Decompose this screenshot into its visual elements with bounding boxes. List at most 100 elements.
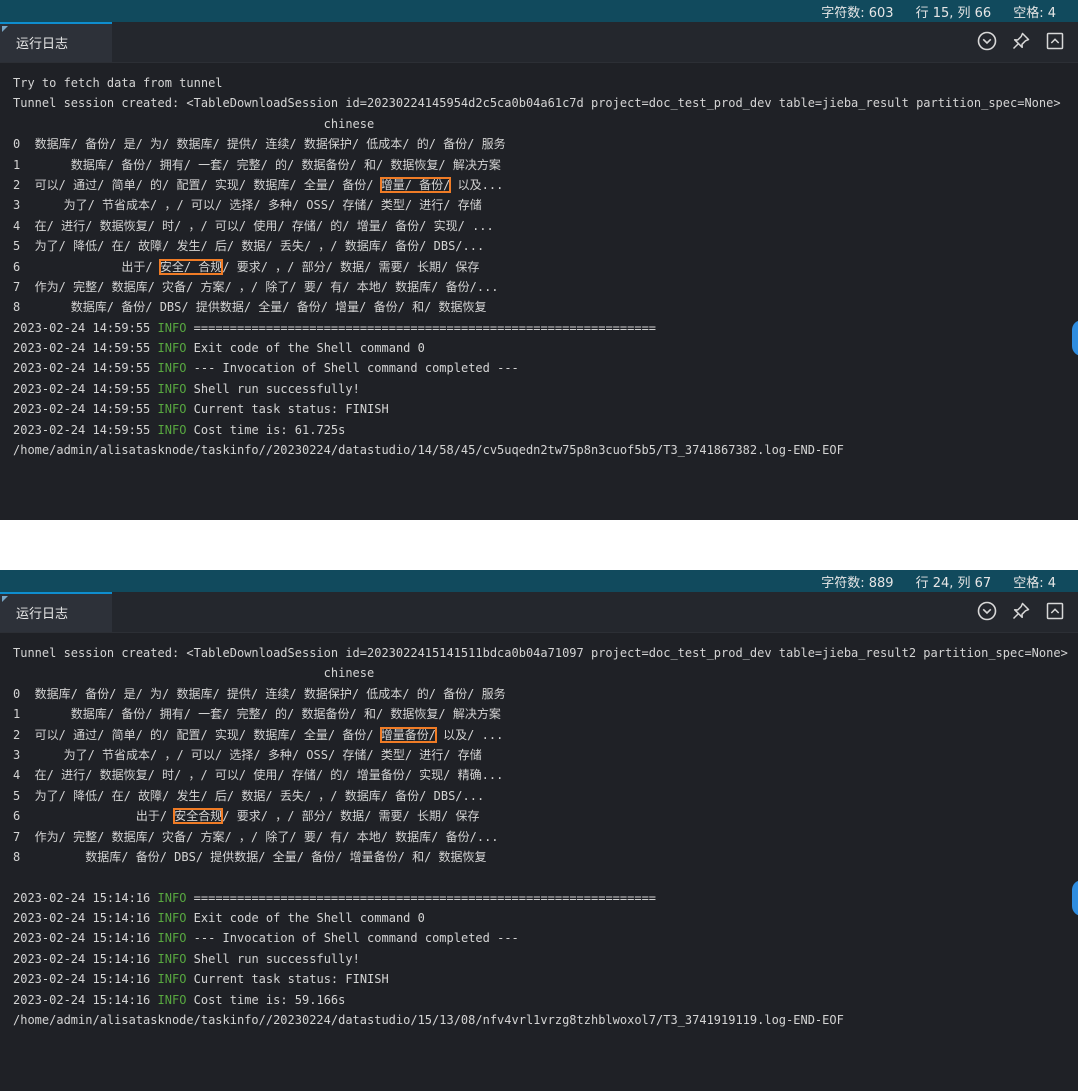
log-level: INFO bbox=[157, 320, 187, 335]
log-timestamp: 2023-02-24 14:59:55 bbox=[13, 361, 151, 376]
log-line: 2023-02-24 15:14:16 INFO Current task st… bbox=[13, 969, 1078, 989]
log-timestamp: 2023-02-24 14:59:55 bbox=[13, 381, 151, 396]
indent-spaces: 空格: 4 bbox=[1013, 575, 1056, 591]
log-line: 2 可以/ 通过/ 简单/ 的/ 配置/ 实现/ 数据库/ 全量/ 备份/ 增量… bbox=[13, 175, 1078, 195]
log-line: Try to fetch data from tunnel bbox=[13, 73, 1078, 93]
log-text: chinese bbox=[13, 116, 375, 131]
log-line: /home/admin/alisatasknode/taskinfo//2023… bbox=[13, 440, 1078, 460]
maximize-button[interactable] bbox=[1044, 600, 1066, 622]
log-message: Exit code of the Shell command 0 bbox=[193, 911, 425, 926]
tab-label: 运行日志 bbox=[16, 37, 69, 52]
log-line: 2023-02-24 14:59:55 INFO Exit code of th… bbox=[13, 338, 1078, 358]
log-level: INFO bbox=[157, 341, 187, 356]
log-text: 5 为了/ 降低/ 在/ 故障/ 发生/ 后/ 数据/ 丢失/ ，/ 数据库/ … bbox=[13, 788, 485, 803]
log-line: 2023-02-24 15:14:16 INFO ===============… bbox=[13, 888, 1078, 908]
log-line: 2023-02-24 15:14:16 INFO Exit code of th… bbox=[13, 908, 1078, 928]
pin-button[interactable] bbox=[1010, 600, 1032, 622]
log-level: INFO bbox=[157, 931, 187, 946]
log-line: 8 数据库/ 备份/ DBS/ 提供数据/ 全量/ 备份/ 增量/ 备份/ 和/… bbox=[13, 297, 1078, 317]
log-text: 7 作为/ 完整/ 数据库/ 灾备/ 方案/ ，/ 除了/ 要/ 有/ 本地/ … bbox=[13, 829, 499, 844]
log-line: 2 可以/ 通过/ 简单/ 的/ 配置/ 实现/ 数据库/ 全量/ 备份/ 增量… bbox=[13, 725, 1078, 745]
log-line: 2023-02-24 14:59:55 INFO Cost time is: 6… bbox=[13, 420, 1078, 440]
log-text: 4 在/ 进行/ 数据恢复/ 时/ ，/ 可以/ 使用/ 存储/ 的/ 增量/ … bbox=[13, 218, 494, 233]
log-line: 7 作为/ 完整/ 数据库/ 灾备/ 方案/ ，/ 除了/ 要/ 有/ 本地/ … bbox=[13, 827, 1078, 847]
cursor-position: 行 15, 列 66 bbox=[915, 5, 992, 21]
log-level: INFO bbox=[157, 972, 187, 987]
log-message: Current task status: FINISH bbox=[193, 972, 389, 987]
log-line: 0 数据库/ 备份/ 是/ 为/ 数据库/ 提供/ 连续/ 数据保护/ 低成本/… bbox=[13, 684, 1078, 704]
log-line: 6 出于/ 安全合规/ 要求/ ，/ 部分/ 数据/ 需要/ 长期/ 保存 bbox=[13, 806, 1078, 826]
cursor-position: 行 24, 列 67 bbox=[915, 575, 992, 591]
log-text: 1 数据库/ 备份/ 拥有/ 一套/ 完整/ 的/ 数据备份/ 和/ 数据恢复/… bbox=[13, 157, 501, 172]
floating-assistant-button[interactable] bbox=[1072, 320, 1078, 356]
char-count: 字符数: 889 bbox=[821, 575, 894, 591]
log-message: Cost time is: 59.166s bbox=[193, 992, 346, 1007]
log-message: Shell run successfully! bbox=[193, 951, 360, 966]
log-line: 4 在/ 进行/ 数据恢复/ 时/ ，/ 可以/ 使用/ 存储/ 的/ 增量备份… bbox=[13, 765, 1078, 785]
log-text: 3 为了/ 节省成本/ ，/ 可以/ 选择/ 多种/ OSS/ 存储/ 类型/ … bbox=[13, 198, 482, 213]
log-panel: 字符数: 889 行 24, 列 67 空格: 4 运行日志 Tunnel se… bbox=[0, 570, 1078, 1091]
log-text: 1 数据库/ 备份/ 拥有/ 一套/ 完整/ 的/ 数据备份/ 和/ 数据恢复/… bbox=[13, 707, 501, 722]
char-count: 字符数: 603 bbox=[821, 5, 894, 21]
panel-tabbar: 运行日志 bbox=[0, 592, 1078, 633]
highlighted-token: 增量/ 备份/ bbox=[379, 176, 452, 193]
tab-run-log[interactable]: 运行日志 bbox=[0, 592, 112, 632]
log-line: 1 数据库/ 备份/ 拥有/ 一套/ 完整/ 的/ 数据备份/ 和/ 数据恢复/… bbox=[13, 155, 1078, 175]
log-output: Tunnel session created: <TableDownloadSe… bbox=[0, 633, 1078, 1030]
log-level: INFO bbox=[157, 381, 187, 396]
chevron-down-circle-icon bbox=[977, 31, 997, 51]
log-level: INFO bbox=[157, 911, 187, 926]
log-text: /home/admin/alisatasknode/taskinfo//2023… bbox=[13, 1013, 844, 1028]
log-line: 0 数据库/ 备份/ 是/ 为/ 数据库/ 提供/ 连续/ 数据保护/ 低成本/… bbox=[13, 134, 1078, 154]
log-line: 3 为了/ 节省成本/ ，/ 可以/ 选择/ 多种/ OSS/ 存储/ 类型/ … bbox=[13, 195, 1078, 215]
log-timestamp: 2023-02-24 15:14:16 bbox=[13, 992, 151, 1007]
panel-toolbar bbox=[976, 30, 1066, 52]
collapse-button[interactable] bbox=[976, 30, 998, 52]
log-text: 以及/ ... bbox=[435, 727, 504, 742]
maximize-icon bbox=[1046, 602, 1064, 620]
pin-icon bbox=[1012, 602, 1030, 620]
log-level: INFO bbox=[157, 402, 187, 417]
log-timestamp: 2023-02-24 14:59:55 bbox=[13, 341, 151, 356]
log-text: Try to fetch data from tunnel bbox=[13, 76, 223, 90]
log-line: 2023-02-24 15:14:16 INFO --- Invocation … bbox=[13, 928, 1078, 948]
log-output: Try to fetch data from tunnel Tunnel sess… bbox=[0, 63, 1078, 460]
log-text: 5 为了/ 降低/ 在/ 故障/ 发生/ 后/ 数据/ 丢失/ ，/ 数据库/ … bbox=[13, 239, 485, 254]
log-line: chinese bbox=[13, 114, 1078, 134]
log-line: 3 为了/ 节省成本/ ，/ 可以/ 选择/ 多种/ OSS/ 存储/ 类型/ … bbox=[13, 745, 1078, 765]
tab-corner-marker bbox=[2, 596, 8, 602]
log-line: 6 出于/ 安全/ 合规/ 要求/ ，/ 部分/ 数据/ 需要/ 长期/ 保存 bbox=[13, 257, 1078, 277]
log-message: --- Invocation of Shell command complete… bbox=[193, 931, 519, 946]
log-timestamp: 2023-02-24 15:14:16 bbox=[13, 890, 151, 905]
log-line: 1 数据库/ 备份/ 拥有/ 一套/ 完整/ 的/ 数据备份/ 和/ 数据恢复/… bbox=[13, 704, 1078, 724]
log-line: /home/admin/alisatasknode/taskinfo//2023… bbox=[13, 1010, 1078, 1030]
log-text: / 要求/ ，/ 部分/ 数据/ 需要/ 长期/ 保存 bbox=[222, 259, 480, 274]
log-text: 0 数据库/ 备份/ 是/ 为/ 数据库/ 提供/ 连续/ 数据保护/ 低成本/… bbox=[13, 686, 506, 701]
log-level: INFO bbox=[157, 422, 187, 437]
log-text: 4 在/ 进行/ 数据恢复/ 时/ ，/ 可以/ 使用/ 存储/ 的/ 增量备份… bbox=[13, 768, 504, 783]
log-text: Tunnel session created: <TableDownloadSe… bbox=[13, 646, 1068, 660]
log-message: Current task status: FINISH bbox=[193, 402, 389, 417]
log-message: Exit code of the Shell command 0 bbox=[193, 341, 425, 356]
maximize-button[interactable] bbox=[1044, 30, 1066, 52]
floating-assistant-button[interactable] bbox=[1072, 880, 1078, 916]
log-message: Shell run successfully! bbox=[193, 381, 360, 396]
log-line: 2023-02-24 15:14:16 INFO Cost time is: 5… bbox=[13, 990, 1078, 1010]
highlighted-token: 增量备份/ bbox=[379, 726, 437, 743]
log-panel: 字符数: 603 行 15, 列 66 空格: 4 运行日志 Try to fe… bbox=[0, 0, 1078, 520]
log-line: chinese bbox=[13, 663, 1078, 683]
log-level: INFO bbox=[157, 890, 187, 905]
log-line: Tunnel session created: <TableDownloadSe… bbox=[13, 93, 1078, 113]
log-message: ========================================… bbox=[193, 890, 657, 905]
tab-run-log[interactable]: 运行日志 bbox=[0, 22, 112, 62]
log-text: chinese bbox=[13, 666, 375, 681]
panel-toolbar bbox=[976, 600, 1066, 622]
log-level: INFO bbox=[157, 992, 187, 1007]
collapse-button[interactable] bbox=[976, 600, 998, 622]
pin-button[interactable] bbox=[1010, 30, 1032, 52]
log-message: ========================================… bbox=[193, 320, 657, 335]
log-level: INFO bbox=[157, 361, 187, 376]
log-line: 4 在/ 进行/ 数据恢复/ 时/ ，/ 可以/ 使用/ 存储/ 的/ 增量/ … bbox=[13, 216, 1078, 236]
log-line: 5 为了/ 降低/ 在/ 故障/ 发生/ 后/ 数据/ 丢失/ ，/ 数据库/ … bbox=[13, 236, 1078, 256]
